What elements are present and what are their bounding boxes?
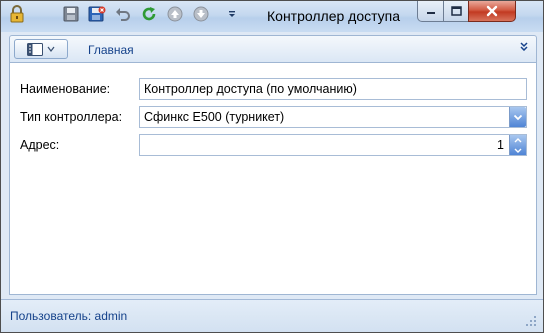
name-field[interactable]: Контроллер доступа (по умолчанию) xyxy=(139,78,527,100)
window-title: Контроллер доступа ... xyxy=(267,8,405,24)
undo-icon[interactable] xyxy=(113,4,133,24)
chevron-down-icon xyxy=(514,148,522,153)
refresh-icon[interactable] xyxy=(139,4,159,24)
controller-type-label: Тип контроллера: xyxy=(20,110,123,124)
address-value: 1 xyxy=(497,138,504,152)
controller-type-select[interactable]: Сфинкс E500 (турникет) xyxy=(139,106,527,128)
tab-main[interactable]: Главная xyxy=(88,43,134,57)
controller-type-value: Сфинкс E500 (турникет) xyxy=(144,110,285,124)
spin-down-button[interactable] xyxy=(510,145,526,155)
status-bar: Пользователь: admin xyxy=(1,299,543,332)
chevron-up-icon xyxy=(514,137,522,142)
address-label: Адрес: xyxy=(20,138,60,152)
properties-form: Наименование: Контроллер доступа (по умо… xyxy=(9,63,537,295)
address-stepper[interactable]: 1 xyxy=(139,134,527,156)
maximize-button[interactable] xyxy=(443,1,469,22)
name-label: Наименование: xyxy=(20,82,111,96)
ribbon-bar: Главная xyxy=(9,35,537,63)
save-icon[interactable] xyxy=(61,4,81,24)
close-button[interactable] xyxy=(468,1,516,22)
maximize-icon xyxy=(450,6,462,16)
minimize-icon xyxy=(426,12,435,14)
spin-up-button[interactable] xyxy=(510,135,526,145)
save-close-icon[interactable] xyxy=(87,4,107,24)
title-bar: Контроллер доступа ... xyxy=(1,1,543,32)
address-spin-buttons xyxy=(509,135,526,155)
controller-type-dropdown-button[interactable] xyxy=(509,107,526,127)
minimize-button[interactable] xyxy=(417,1,444,22)
status-user: Пользователь: admin xyxy=(10,309,128,323)
panel-layout-icon xyxy=(27,42,43,56)
app-window: Контроллер доступа ... Главная Наименова… xyxy=(0,0,544,333)
down-icon[interactable] xyxy=(191,4,211,24)
close-icon xyxy=(486,5,498,17)
resize-grip-icon[interactable] xyxy=(525,315,537,327)
app-menu-button[interactable] xyxy=(14,39,68,59)
lock-icon[interactable] xyxy=(7,4,27,24)
up-icon[interactable] xyxy=(165,4,185,24)
dropdown-icon[interactable] xyxy=(222,4,242,24)
chevron-down-icon xyxy=(47,46,55,52)
ribbon-collapse-icon[interactable] xyxy=(520,42,528,54)
chevron-down-icon xyxy=(513,114,523,120)
